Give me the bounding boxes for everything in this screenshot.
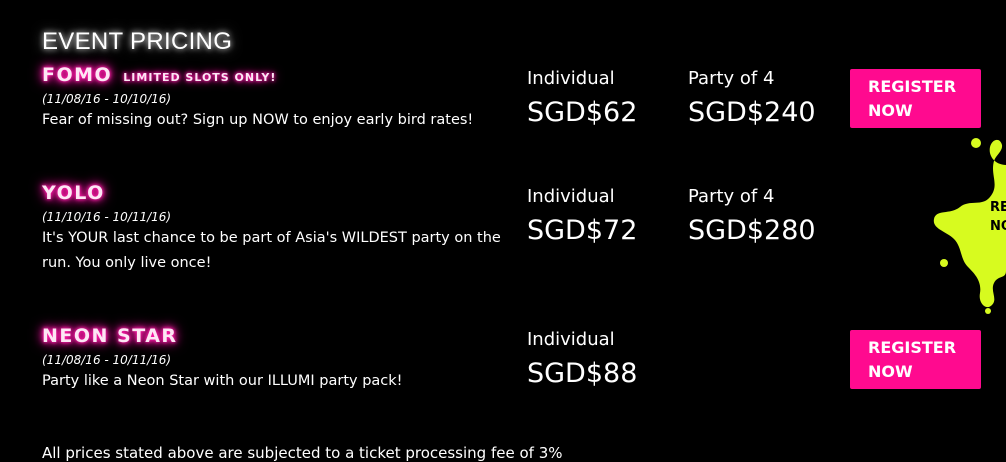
party-price-col: Party of 4 SGD$240	[688, 68, 816, 128]
tier-fomo: FOMO LIMITED SLOTS ONLY! (11/08/16 - 10/…	[42, 64, 512, 133]
individual-price-col: Individual SGD$72	[527, 186, 637, 246]
tier-heading: YOLO	[42, 182, 512, 204]
processing-fee-footnote: All prices stated above are subjected to…	[42, 444, 563, 462]
individual-label: Individual	[527, 329, 615, 350]
limited-slots-tag: LIMITED SLOTS ONLY!	[123, 71, 277, 84]
tier-description: Party like a Neon Star with our ILLUMI p…	[42, 373, 403, 389]
tier-description: It's YOUR last chance to be part of Asia…	[42, 230, 501, 271]
tier-heading: NEON STAR	[42, 325, 512, 347]
splat-text-line1: RE	[990, 200, 1006, 215]
register-now-button-neon-star[interactable]: REGISTER NOW	[850, 330, 981, 389]
individual-price: SGD$88	[527, 358, 638, 389]
tier-heading: FOMO LIMITED SLOTS ONLY!	[42, 64, 512, 86]
individual-price: SGD$72	[527, 215, 638, 246]
tier-yolo: YOLO (11/10/16 - 10/11/16) It's YOUR las…	[42, 182, 512, 276]
individual-price: SGD$62	[527, 97, 638, 128]
party-price-col: Party of 4 SGD$280	[688, 186, 816, 246]
party-label: Party of 4	[688, 186, 775, 207]
individual-price-col: Individual SGD$62	[527, 68, 637, 128]
party-price: SGD$240	[688, 97, 816, 128]
tier-name: NEON STAR	[42, 325, 178, 347]
tier-neon-star: NEON STAR (11/08/16 - 10/11/16) Party li…	[42, 325, 512, 394]
tier-dates: (11/10/16 - 10/11/16)	[42, 210, 172, 224]
splat-badge-text: RE NO	[990, 198, 1006, 236]
individual-label: Individual	[527, 68, 615, 89]
individual-label: Individual	[527, 186, 615, 207]
tier-dates: (11/08/16 - 10/10/16)	[42, 92, 172, 106]
splat-text-line2: NO	[990, 219, 1006, 234]
page-title: EVENT PRICING	[42, 28, 233, 55]
tier-description: Fear of missing out? Sign up NOW to enjo…	[42, 112, 474, 128]
tier-dates: (11/08/16 - 10/11/16)	[42, 353, 172, 367]
register-now-button-fomo[interactable]: REGISTER NOW	[850, 69, 981, 128]
tier-name: YOLO	[42, 182, 105, 204]
party-label: Party of 4	[688, 68, 775, 89]
tier-name: FOMO	[42, 64, 113, 86]
individual-price-col: Individual SGD$88	[527, 329, 637, 389]
party-price: SGD$280	[688, 215, 816, 246]
